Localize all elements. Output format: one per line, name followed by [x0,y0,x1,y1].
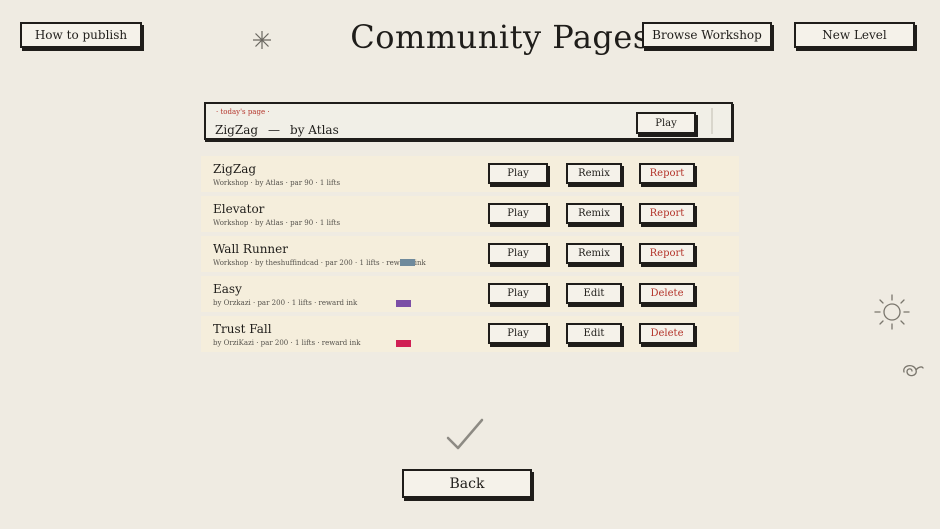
reward-ink-swatch [396,340,411,347]
page-title: Community Pages [350,18,650,56]
todays-page-play-button[interactable]: Play [636,112,696,134]
level-name: Easy [213,282,242,296]
delete-button[interactable]: Delete [639,283,695,304]
level-row: Easy by Orzkazi · par 200 · 1 lifts · re… [201,276,739,312]
browse-workshop-button[interactable]: Browse Workshop [642,22,772,48]
level-row: ZigZag Workshop · by Atlas · par 90 · 1 … [201,156,739,192]
level-name: Trust Fall [213,322,272,336]
todays-level-separator: — [268,123,281,137]
level-meta: by OrziKazi · par 200 · 1 lifts · reward… [213,339,361,347]
level-row: Wall Runner Workshop · by theshuffindcad… [201,236,739,272]
level-meta-tail: ink [414,259,426,267]
todays-page-scrollbar[interactable] [711,108,723,134]
todays-level-name: ZigZag [215,123,259,137]
how-to-publish-button[interactable]: How to publish [20,22,142,48]
level-row: Trust Fall by OrziKazi · par 200 · 1 lif… [201,316,739,352]
remix-button[interactable]: Remix [566,163,622,184]
level-meta: Workshop · by Atlas · par 90 · 1 lifts [213,219,341,227]
reward-ink-swatch [396,300,411,307]
report-button[interactable]: Report [639,203,695,224]
checkmark-icon [446,418,484,450]
edit-button[interactable]: Edit [566,283,622,304]
level-meta: by Orzkazi · par 200 · 1 lifts · reward … [213,299,358,307]
new-level-button[interactable]: New Level [794,22,915,48]
play-button[interactable]: Play [488,243,548,264]
play-button[interactable]: Play [488,203,548,224]
todays-page-card: · today's page · ZigZag — by Atlas Play [204,102,733,140]
back-button[interactable]: Back [402,469,532,498]
report-button[interactable]: Report [639,163,695,184]
delete-button[interactable]: Delete [639,323,695,344]
level-name: ZigZag [213,162,257,176]
edit-button[interactable]: Edit [566,323,622,344]
play-button[interactable]: Play [488,283,548,304]
level-meta: Workshop · by theshuffindcad · par 200 ·… [213,259,426,267]
spiral-doodle-icon [903,365,924,377]
reward-ink-swatch [399,259,415,266]
remix-button[interactable]: Remix [566,243,622,264]
sun-icon [874,294,910,330]
report-button[interactable]: Report [639,243,695,264]
play-button[interactable]: Play [488,163,548,184]
todays-page-level: ZigZag — by Atlas [215,123,339,137]
todays-level-author: by Atlas [290,123,339,137]
level-meta-text: Workshop · by theshuffindcad · par 200 ·… [213,259,400,267]
level-row: Elevator Workshop · by Atlas · par 90 · … [201,196,739,232]
play-button[interactable]: Play [488,323,548,344]
remix-button[interactable]: Remix [566,203,622,224]
level-name: Elevator [213,202,265,216]
todays-page-tag: · today's page · [216,108,270,116]
sparkle-icon [253,31,271,49]
level-meta: Workshop · by Atlas · par 90 · 1 lifts [213,179,341,187]
community-pages-screen: How to publish Community Pages Browse Wo… [0,0,940,529]
level-name: Wall Runner [213,242,288,256]
